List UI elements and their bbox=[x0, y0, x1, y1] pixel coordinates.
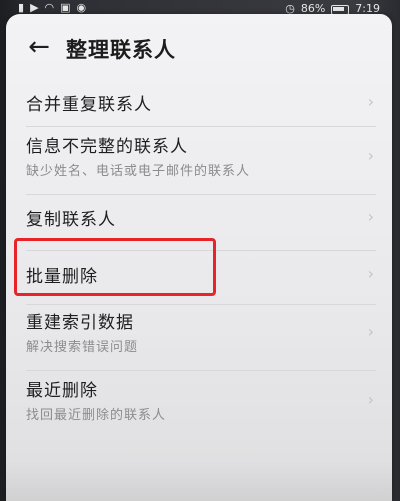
menu-item-incomplete-contacts[interactable]: 信息不完整的联系人 缺少姓名、电话或电子邮件的联系人 › bbox=[6, 132, 392, 194]
menu-item-title: 重建索引数据 bbox=[26, 313, 134, 333]
chevron-right-icon: › bbox=[367, 146, 374, 165]
video-icon: ▶ bbox=[30, 1, 39, 14]
bottom-shade bbox=[6, 460, 392, 501]
chevron-right-icon: › bbox=[367, 390, 374, 409]
divider bbox=[26, 126, 376, 127]
sim-icon: ▮ bbox=[18, 1, 25, 14]
chevron-right-icon: › bbox=[367, 92, 374, 111]
phone-screen: ▮ ▶ ◠ ▣ ◉ ◷ 86% 7:19 ← 整理联系人 合并重复联系人 › 信… bbox=[0, 0, 400, 501]
chevron-right-icon: › bbox=[367, 322, 374, 341]
divider bbox=[26, 194, 376, 195]
highlight-box bbox=[14, 238, 216, 296]
status-left-icons: ▮ ▶ ◠ ▣ ◉ bbox=[18, 2, 86, 14]
menu-item-title: 最近删除 bbox=[26, 381, 98, 401]
image-icon: ▣ bbox=[60, 1, 71, 14]
divider bbox=[26, 370, 376, 371]
header: ← 整理联系人 bbox=[6, 30, 392, 68]
menu-item-title: 复制联系人 bbox=[26, 210, 116, 230]
wifi-icon: ◠ bbox=[44, 1, 55, 14]
menu-item-rebuild-index[interactable]: 重建索引数据 解决搜索错误问题 › bbox=[6, 308, 392, 370]
chat-icon: ◉ bbox=[76, 1, 87, 14]
chevron-right-icon: › bbox=[367, 264, 374, 283]
chevron-right-icon: › bbox=[367, 207, 374, 226]
divider bbox=[26, 304, 376, 305]
menu-item-merge-duplicates[interactable]: 合并重复联系人 › bbox=[6, 84, 392, 138]
menu-item-subtitle: 解决搜索错误问题 bbox=[26, 340, 139, 355]
menu-item-subtitle: 缺少姓名、电话或电子邮件的联系人 bbox=[26, 164, 251, 179]
arrow-left-icon[interactable]: ← bbox=[24, 32, 54, 62]
menu-item-recently-deleted[interactable]: 最近删除 找回最近删除的联系人 › bbox=[6, 376, 392, 438]
battery-icon bbox=[331, 4, 350, 15]
page-title: 整理联系人 bbox=[66, 38, 176, 62]
menu-item-title: 信息不完整的联系人 bbox=[26, 137, 188, 157]
menu-item-subtitle: 找回最近删除的联系人 bbox=[26, 408, 167, 423]
menu-item-title: 合并重复联系人 bbox=[26, 95, 152, 115]
